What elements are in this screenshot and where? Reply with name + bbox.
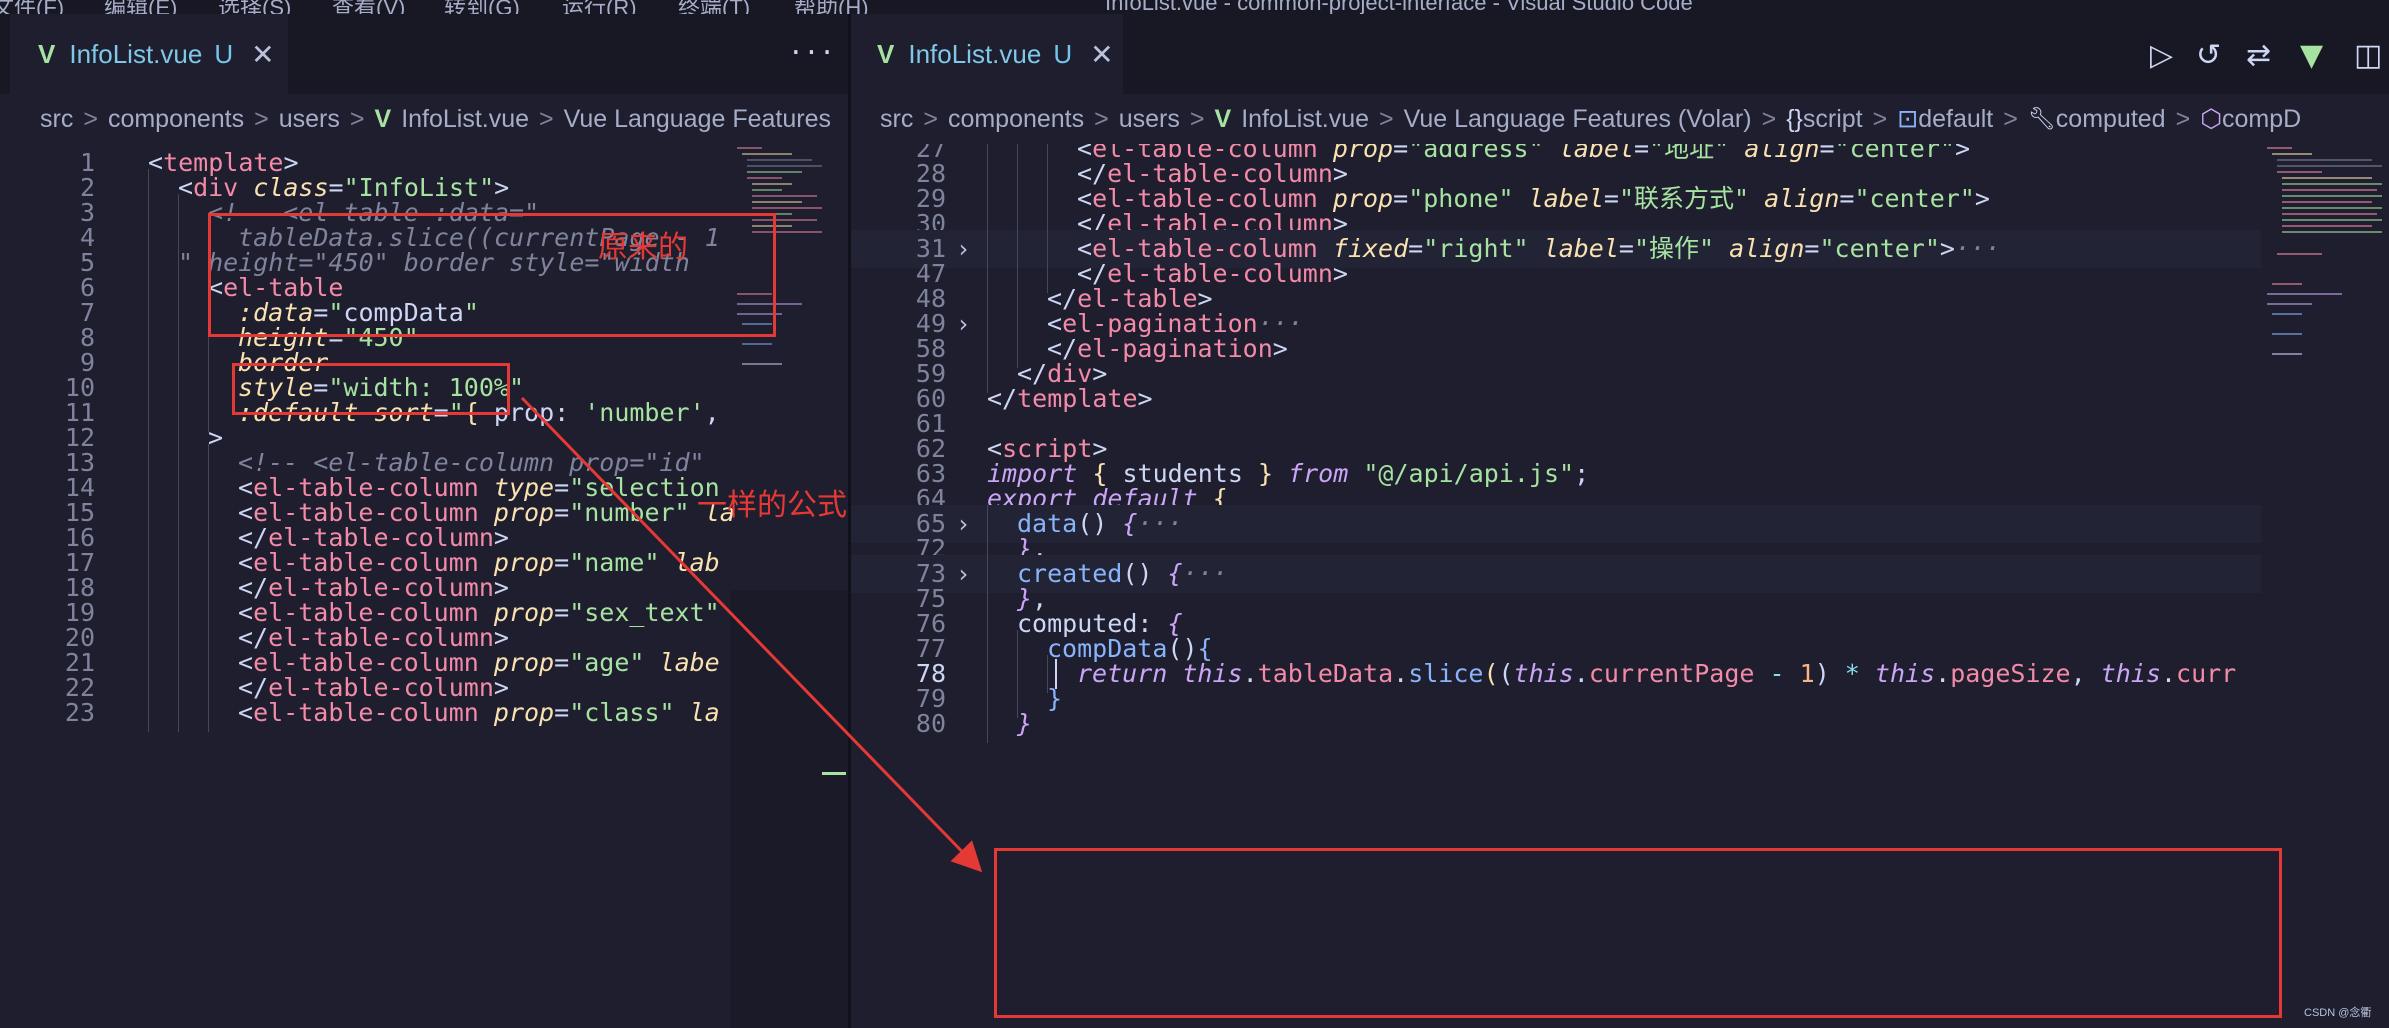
menu-item[interactable]: 编辑(E)	[104, 0, 177, 14]
breadcrumb-separator: >	[254, 104, 269, 133]
menu-item[interactable]: 选择(S)	[218, 0, 291, 14]
menu-item[interactable]: 转到(G)	[444, 0, 520, 14]
code-line[interactable]: 80}	[851, 705, 2261, 743]
tab-filename: InfoList.vue	[908, 38, 1042, 69]
wrench-icon: 🔧︎	[2027, 106, 2056, 131]
left-editor-tab[interactable]: V InfoList.vue U ✕	[10, 14, 288, 94]
breadcrumb-item[interactable]: components	[108, 105, 244, 134]
line-number: 80	[915, 709, 946, 738]
menu-item[interactable]: 帮助(H)	[794, 0, 869, 14]
breadcrumb-separator: >	[1189, 104, 1205, 133]
breadcrumb-separator: >	[83, 104, 98, 133]
minimap-lines	[2267, 147, 2382, 355]
method-cube-icon: ⬡	[2200, 105, 2223, 133]
breadcrumb-separator: >	[2175, 104, 2191, 133]
code-text: <el-table-column prop="class" la	[238, 698, 720, 727]
menu-item[interactable]: 文件(F)	[0, 0, 64, 14]
breadcrumb-item[interactable]: src	[40, 105, 73, 134]
menu-item[interactable]: 终端(T)	[678, 0, 750, 14]
same-formula-annotation-label: 一样的公式	[697, 489, 847, 522]
menu-item[interactable]: 运行(R)	[562, 0, 637, 14]
breadcrumb-separator: >	[923, 104, 938, 133]
breadcrumb-item[interactable]: InfoList.vue	[1241, 105, 1369, 134]
breadcrumb-separator: >	[1761, 104, 1777, 133]
right-editor-tab[interactable]: V InfoList.vue U ✕	[851, 14, 1123, 94]
more-actions-icon[interactable]: ···	[788, 38, 835, 68]
timeline-history-icon[interactable]: ↺	[2196, 38, 2221, 73]
braces-icon: {}	[1786, 104, 1803, 133]
code-text: }	[1017, 709, 1033, 738]
window-title: InfoList.vue - common-project-interface …	[1105, 0, 1693, 14]
breadcrumb-separator: >	[539, 104, 554, 133]
breadcrumb-separator: >	[349, 104, 365, 133]
left-breadcrumb: src > components > users > V InfoList.vue > Vue L…	[40, 94, 848, 144]
split-editor-icon[interactable]: ◫	[2354, 38, 2382, 73]
untracked-badge: U	[214, 38, 234, 69]
line-number: 23	[64, 698, 95, 727]
watermark: CSDN @念衢	[2304, 1007, 2372, 1019]
tab-filename: InfoList.vue	[69, 38, 203, 69]
computed-block-highlight-box	[994, 848, 2282, 1018]
menu-item[interactable]: 查看(V)	[332, 0, 405, 14]
indent-guide	[208, 694, 209, 732]
indent-guide	[148, 694, 149, 732]
original-annotation-label: 原来的	[598, 231, 688, 264]
left-scroll-region	[730, 590, 848, 1028]
indent-guide	[987, 705, 988, 743]
breadcrumb-item[interactable]: computed	[2056, 105, 2166, 134]
right-breadcrumb: src > components > users > V InfoList.vue > Vue L…	[880, 94, 2389, 144]
vue-file-icon: V	[1214, 104, 1232, 133]
breadcrumb-item[interactable]: src	[880, 105, 913, 134]
run-icon[interactable]: ▷	[2150, 38, 2173, 73]
compare-changes-icon[interactable]: ⇄	[2246, 38, 2271, 73]
breadcrumb-item[interactable]: compD	[2222, 105, 2301, 134]
code-line[interactable]: 23 <el-table-column prop="class" la	[0, 694, 848, 732]
git-change-marker	[822, 772, 846, 775]
breadcrumb-separator: >	[1872, 104, 1888, 133]
title-bar: 文件(F) 编辑(E) 选择(S) 查看(V) 转到(G) 运行(R) 终端(T) 帮助(H)…	[0, 0, 2389, 14]
breadcrumb-separator: >	[1379, 104, 1394, 133]
close-tab-icon[interactable]: ✕	[1090, 38, 1113, 71]
breadcrumb-item[interactable]: default	[1918, 105, 1993, 134]
indent-guide	[178, 694, 179, 732]
breadcrumb-item[interactable]: components	[948, 105, 1084, 134]
original-code-highlight-box	[208, 213, 776, 337]
breadcrumb-item[interactable]: Vue Language Features	[564, 105, 831, 134]
breadcrumb-item[interactable]: InfoList.vue	[401, 105, 529, 134]
compdata-binding-highlight-box	[232, 363, 510, 415]
breadcrumb-item[interactable]: users	[279, 105, 340, 134]
close-tab-icon[interactable]: ✕	[251, 38, 274, 71]
vue-file-icon: V	[38, 38, 56, 69]
breadcrumb-separator: >	[1094, 104, 1109, 133]
breadcrumb-item[interactable]: users	[1119, 105, 1180, 134]
variable-icon: ⊡	[1897, 105, 1919, 133]
vue-logo-icon[interactable]: ▼	[2300, 38, 2323, 73]
breadcrumb-separator: >	[2003, 104, 2018, 133]
vue-file-icon: V	[374, 104, 392, 133]
vue-file-icon: V	[877, 38, 895, 69]
breadcrumb-item[interactable]: Vue Language Features (Volar)	[1404, 105, 1752, 134]
breadcrumb-item[interactable]: script	[1803, 105, 1863, 134]
untracked-badge: U	[1053, 38, 1073, 69]
